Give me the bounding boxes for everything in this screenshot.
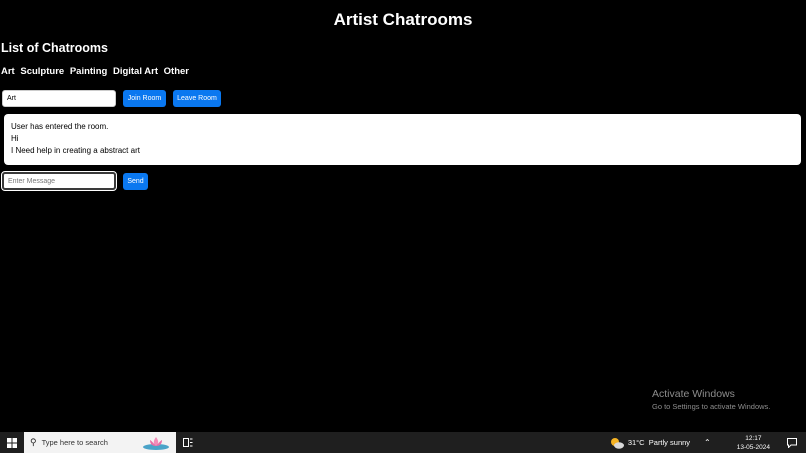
join-room-button[interactable]: Join Room — [123, 90, 166, 107]
weather-temp: 31°C — [627, 438, 645, 447]
send-button[interactable]: Send — [123, 173, 148, 190]
message-input[interactable] — [1, 171, 117, 191]
notification-icon[interactable] — [784, 437, 800, 448]
chat-app: Artist Chatrooms List of Chatrooms Art S… — [0, 0, 806, 432]
taskbar-search[interactable]: ⚲ Type here to search — [24, 432, 176, 453]
page-title: Artist Chatrooms — [333, 10, 473, 29]
search-icon: ⚲ — [30, 437, 37, 447]
chatroom-list: Art Sculpture Painting Digital Art Other — [1, 66, 192, 77]
windows-logo-icon — [7, 437, 17, 448]
message-item: I Need help in creating a abstract art — [11, 146, 140, 155]
message-item: Hi — [11, 134, 19, 143]
room-input[interactable] — [2, 90, 116, 107]
message-item: User has entered the room. — [11, 122, 109, 131]
clock-time: 12:17 — [745, 434, 762, 442]
start-button[interactable] — [0, 432, 24, 453]
search-placeholder: Type here to search — [41, 438, 108, 447]
room-name-art: Art — [1, 66, 15, 77]
task-view-icon — [183, 438, 193, 447]
clock-date: 13-05-2024 — [736, 443, 770, 451]
message-log: User has entered the room. Hi I Need hel… — [4, 114, 801, 165]
weather-widget[interactable]: 31°C Partly sunny — [610, 437, 690, 449]
room-name-painting: Painting — [69, 66, 108, 77]
system-tray: 31°C Partly sunny ⌃ 12:17 13-05-2024 — [610, 432, 806, 453]
room-name-other: Other — [163, 66, 189, 77]
watermark-title: Activate Windows — [652, 388, 735, 400]
task-view-button[interactable] — [176, 432, 200, 453]
taskbar: ⚲ Type here to search 31°C Partly sunny … — [0, 432, 806, 453]
room-name-digital-art: Digital Art — [112, 66, 158, 77]
lotus-icon — [143, 437, 169, 450]
chatroom-list-heading: List of Chatrooms — [1, 41, 108, 55]
leave-room-button[interactable]: Leave Room — [173, 90, 221, 107]
watermark-subtitle: Go to Settings to activate Windows. — [652, 402, 771, 411]
chat-bubble-icon — [787, 437, 797, 448]
partly-sunny-icon — [610, 437, 624, 449]
activate-windows-watermark: Activate Windows Go to Settings to activ… — [652, 388, 770, 411]
clock[interactable]: 12:17 13-05-2024 — [737, 434, 770, 452]
weather-desc: Partly sunny — [648, 438, 691, 447]
room-name-sculpture: Sculpture — [20, 66, 65, 77]
chevron-up-icon[interactable]: ⌃ — [704, 438, 711, 447]
